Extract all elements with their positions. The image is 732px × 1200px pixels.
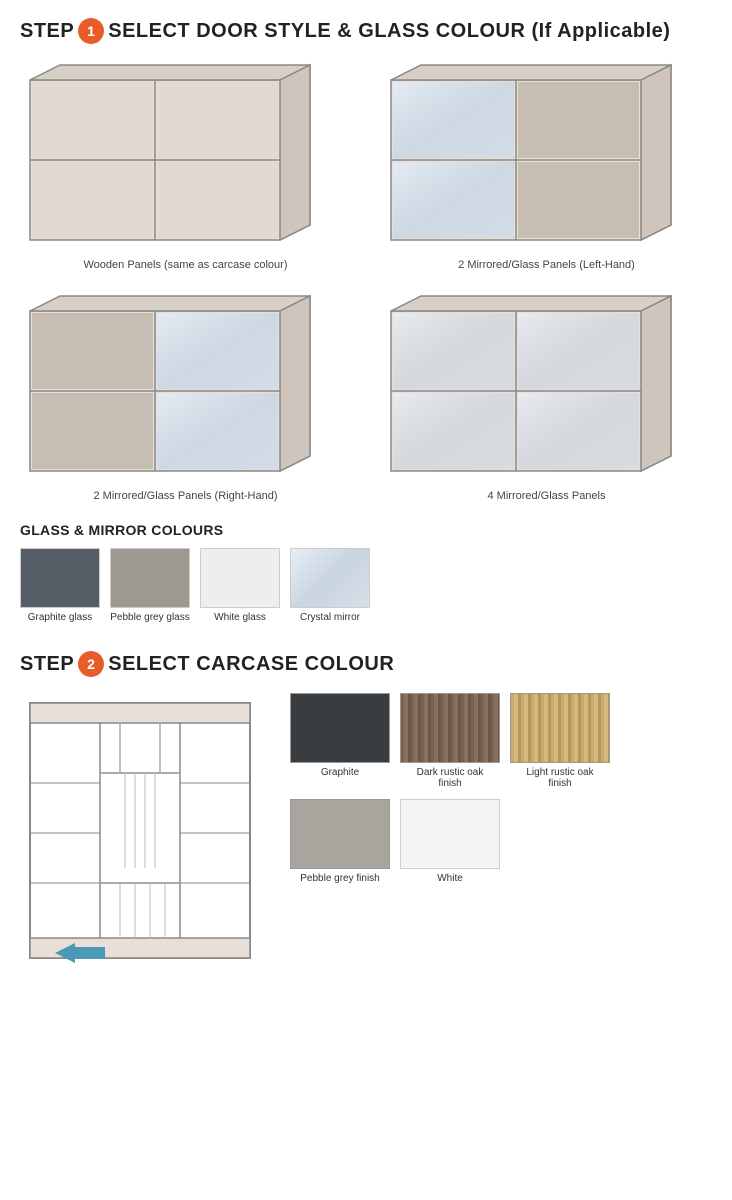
door-option-mirror-4[interactable]: 4 Mirrored/Glass Panels <box>381 291 712 502</box>
crystal-mirror-swatch[interactable]: Crystal mirror <box>290 548 370 623</box>
carcase-bottom-row: Pebble grey finish White <box>290 799 610 884</box>
step1-pre: STEP <box>20 20 74 43</box>
step2-content: Graphite Dark rustic oak finish Light ru… <box>20 693 712 976</box>
door-option-mirror-right[interactable]: 2 Mirrored/Glass Panels (Right-Hand) <box>20 291 351 502</box>
door-option-wooden[interactable]: Wooden Panels (same as carcase colour) <box>20 60 351 271</box>
white-glass-swatch[interactable]: White glass <box>200 548 280 623</box>
white-glass-box <box>200 548 280 608</box>
pebble-grey-finish-swatch[interactable]: Pebble grey finish <box>290 799 390 884</box>
light-rustic-oak-swatch[interactable]: Light rustic oak finish <box>510 693 610 789</box>
open-wardrobe-svg <box>20 693 270 973</box>
glass-colours-row: Graphite glass Pebble grey glass White g… <box>20 548 712 623</box>
mirror-4-label: 4 Mirrored/Glass Panels <box>488 490 606 502</box>
door-style-grid: Wooden Panels (same as carcase colour) <box>20 60 712 502</box>
pebble-grey-finish-label: Pebble grey finish <box>300 873 380 884</box>
wooden-panels-label: Wooden Panels (same as carcase colour) <box>83 259 287 271</box>
mirror-right-label: 2 Mirrored/Glass Panels (Right-Hand) <box>93 490 277 502</box>
light-rustic-oak-label: Light rustic oak finish <box>520 767 600 789</box>
step2-header: STEP 2 SELECT CARCASE COLOUR <box>20 651 712 677</box>
mirror-4-svg <box>381 291 691 481</box>
mirror-left-svg <box>381 60 691 250</box>
graphite-glass-label: Graphite glass <box>28 612 92 623</box>
glass-section-title: GLASS & MIRROR COLOURS <box>20 522 712 538</box>
light-rustic-oak-box <box>510 693 610 763</box>
step2-circle: 2 <box>78 651 104 677</box>
white-carcase-swatch[interactable]: White <box>400 799 500 884</box>
graphite-carcase-box <box>290 693 390 763</box>
step2-pre: STEP <box>20 653 74 676</box>
carcase-colours-wrap: Graphite Dark rustic oak finish Light ru… <box>290 693 610 884</box>
crystal-mirror-box <box>290 548 370 608</box>
pebble-grey-glass-box <box>110 548 190 608</box>
white-carcase-label: White <box>437 873 463 884</box>
carcase-top-row: Graphite Dark rustic oak finish Light ru… <box>290 693 610 789</box>
graphite-carcase-swatch[interactable]: Graphite <box>290 693 390 789</box>
crystal-mirror-label: Crystal mirror <box>300 612 360 623</box>
dark-rustic-oak-label: Dark rustic oak finish <box>410 767 490 789</box>
dark-rustic-oak-swatch[interactable]: Dark rustic oak finish <box>400 693 500 789</box>
pebble-grey-glass-swatch[interactable]: Pebble grey glass <box>110 548 190 623</box>
step1-circle: 1 <box>78 18 104 44</box>
step1-post: SELECT DOOR STYLE & GLASS COLOUR (If App… <box>108 20 670 43</box>
wooden-panels-svg <box>20 60 330 250</box>
mirror-left-label: 2 Mirrored/Glass Panels (Left-Hand) <box>458 259 635 271</box>
white-carcase-box <box>400 799 500 869</box>
graphite-glass-swatch[interactable]: Graphite glass <box>20 548 100 623</box>
door-option-mirror-left[interactable]: 2 Mirrored/Glass Panels (Left-Hand) <box>381 60 712 271</box>
pebble-grey-finish-box <box>290 799 390 869</box>
step1-header: STEP 1 SELECT DOOR STYLE & GLASS COLOUR … <box>20 18 712 44</box>
white-glass-label: White glass <box>214 612 266 623</box>
graphite-glass-box <box>20 548 100 608</box>
open-wardrobe-illustration <box>20 693 270 976</box>
graphite-carcase-label: Graphite <box>321 767 359 778</box>
step2-post: SELECT CARCASE COLOUR <box>108 653 394 676</box>
mirror-right-svg <box>20 291 330 481</box>
dark-rustic-oak-box <box>400 693 500 763</box>
pebble-grey-glass-label: Pebble grey glass <box>110 612 190 623</box>
